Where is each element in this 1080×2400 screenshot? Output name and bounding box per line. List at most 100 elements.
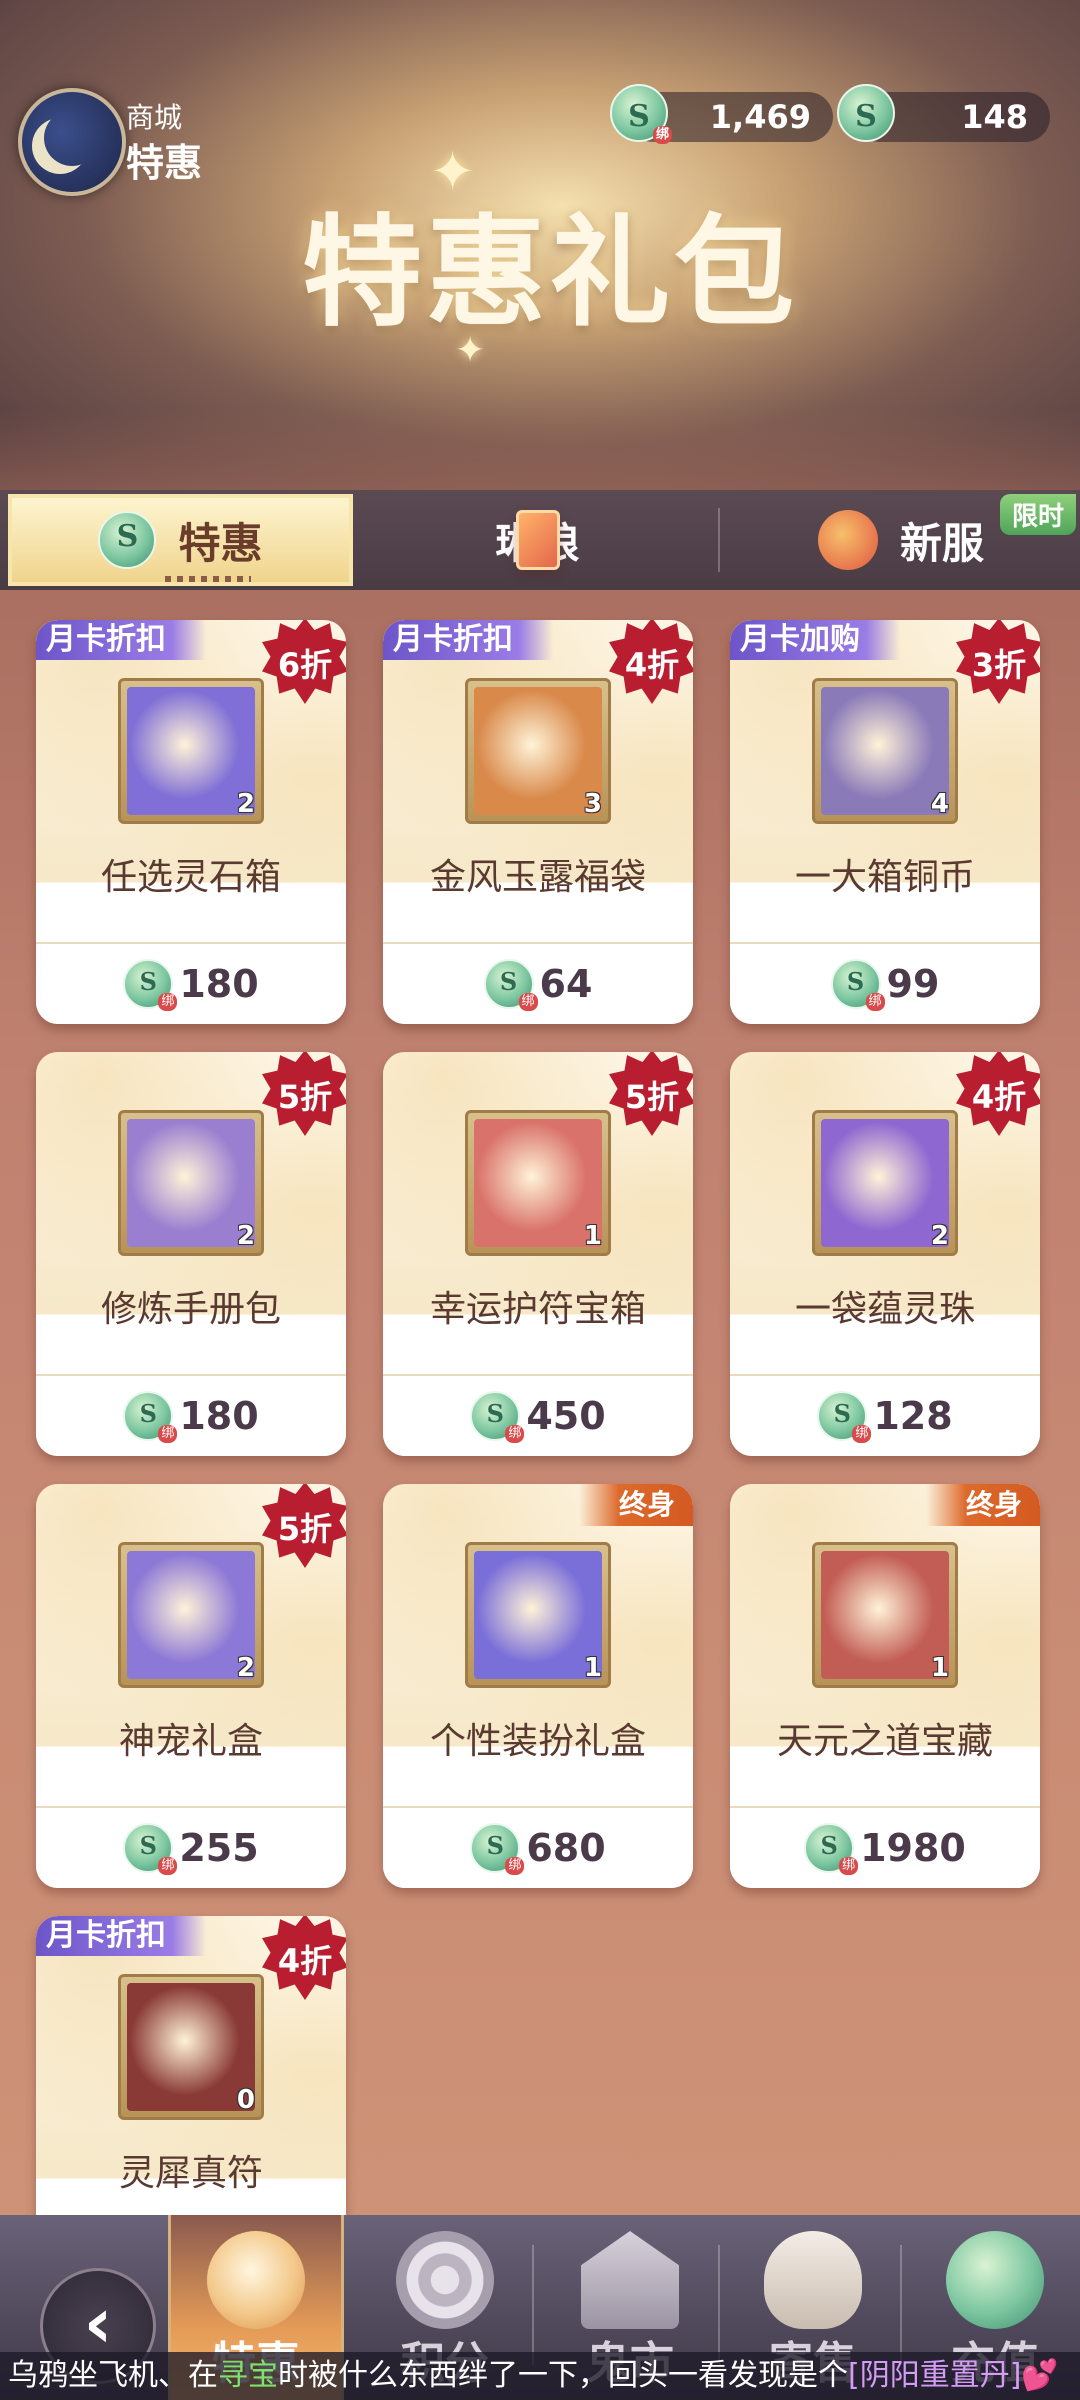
item-frame: 2 [118,1542,264,1688]
item-price: 99 [886,962,940,1006]
item-icon [127,1983,255,2111]
jade-coin-icon: 绑 [470,1823,525,1875]
tab-linlang[interactable]: 琳琅 [360,490,715,590]
discount-label: 4折 [624,646,680,684]
price-button[interactable]: 绑1980 [730,1806,1040,1888]
lifetime-badge: 终身 [578,1484,693,1526]
item-icon [474,687,602,815]
offer-grid: 月卡折扣6折2任选灵石箱绑180月卡折扣4折3金风玉露福袋绑64月卡加购3折4一… [0,620,1080,2320]
currency-bound-value: 1,469 [709,98,811,136]
price-button[interactable]: 绑450 [383,1374,693,1456]
currency-free-display[interactable]: 148 [837,84,1050,142]
offer-card[interactable]: 5折 2 神宠礼盒绑255 [36,1484,346,1888]
discount-badge: 3折 [956,620,1040,704]
item-name: 个性装扮礼盒 [429,1721,646,1762]
item-frame: 3 [465,678,611,824]
active-tab-indicator [165,576,251,582]
discount-label: 4折 [277,1942,333,1980]
jade-coin-icon: 绑 [123,1391,178,1443]
currency-free-value: 148 [961,98,1028,136]
discount-badge: 5折 [609,1052,693,1136]
item-icon [474,1119,602,1247]
item-name: 一大箱铜币 [794,857,975,898]
card-ribbon: 月卡折扣 [36,1916,206,1956]
nav-section-label: 商城 [126,101,183,134]
price-button[interactable]: 绑680 [383,1806,693,1888]
ingot-icon [764,2231,862,2329]
discount-label: 4折 [971,1078,1027,1116]
price-button[interactable]: 绑180 [36,942,346,1024]
item-frame: 1 [812,1542,958,1688]
offer-card[interactable]: 5折 2 修炼手册包绑180 [36,1052,346,1456]
discount-label: 5折 [624,1078,680,1116]
item-name: 任选灵石箱 [100,857,281,898]
bound-tag: 绑 [839,1857,859,1875]
limited-time-badge: 限时 [999,494,1076,535]
item-count: 4 [930,789,949,819]
discount-badge: 4折 [609,620,693,704]
price-button[interactable]: 绑99 [730,942,1040,1024]
item-icon [474,1551,602,1679]
item-icon [821,1551,949,1679]
fox-icon [817,510,878,570]
item-count: 2 [930,1221,949,1251]
item-name: 神宠礼盒 [118,1721,263,1762]
discount-badge: 5折 [262,1052,346,1136]
item-price: 450 [526,1394,606,1438]
item-price: 255 [179,1826,259,1870]
offer-card[interactable]: 月卡折扣 6折 2 任选灵石箱绑180 [36,620,346,1024]
offer-card[interactable]: 终身 1 个性装扮礼盒绑680 [383,1484,693,1888]
item-icon [127,1119,255,1247]
category-tabs: 特惠 琳琅 新服 [0,490,1080,590]
item-frame: 0 [118,1974,264,2120]
bound-tag: 绑 [852,1425,872,1443]
offer-card[interactable]: 终身 1 天元之道宝藏绑1980 [730,1484,1040,1888]
discount-label: 5折 [277,1078,333,1116]
jade-coin-icon: 绑 [817,1391,872,1443]
price-button[interactable]: 绑255 [36,1806,346,1888]
jade-coin-icon: 绑 [804,1823,859,1875]
ticker-item: [阴阳重置丹] [848,2358,1022,2393]
ticker-text: 乌鸦坐飞机、在 [8,2358,218,2393]
price-button[interactable]: 绑180 [36,1374,346,1456]
tab-special-offer[interactable]: 特惠 [8,494,353,586]
jade-coin-icon: 绑 [830,959,885,1011]
price-button[interactable]: 绑128 [730,1374,1040,1456]
moon-avatar-icon[interactable] [18,88,126,196]
card-icon [515,510,560,570]
heart-icon: 💕 [1021,2358,1059,2393]
gift-bag-icon [207,2231,305,2329]
item-price: 128 [873,1394,953,1438]
item-count: 1 [583,1653,602,1683]
card-ribbon: 月卡加购 [730,620,900,660]
discount-badge: 4折 [956,1052,1040,1136]
item-price: 680 [526,1826,606,1870]
offer-card[interactable]: 5折 1 幸运护符宝箱绑450 [383,1052,693,1456]
item-frame: 4 [812,678,958,824]
item-price: 180 [179,1394,259,1438]
price-button[interactable]: 绑64 [383,942,693,1024]
nav-divider [718,2245,720,2365]
jade-coin-icon: 绑 [123,959,178,1011]
item-name: 天元之道宝藏 [776,1721,993,1762]
discount-label: 5折 [277,1510,333,1548]
item-frame: 2 [118,678,264,824]
bound-tag: 绑 [158,1857,178,1875]
item-icon [821,687,949,815]
offer-card[interactable]: 月卡折扣 4折 3 金风玉露福袋绑64 [383,620,693,1024]
nav-page-title: 特惠 [126,141,203,185]
jade-coin-icon [837,84,895,142]
bound-tag: 绑 [865,993,885,1011]
item-count: 0 [236,2085,255,2115]
nav-divider [532,2245,534,2365]
currency-bound-display[interactable]: 绑 1,469 [610,84,833,144]
item-frame: 2 [118,1110,264,1256]
bound-tag: 绑 [505,1425,525,1443]
offer-card[interactable]: 月卡加购 3折 4 一大箱铜币绑99 [730,620,1040,1024]
offer-card[interactable]: 4折 2 一袋蕴灵珠绑128 [730,1052,1040,1456]
discount-label: 3折 [971,646,1027,684]
tab-divider [718,508,720,572]
item-name: 修炼手册包 [100,1289,281,1330]
item-icon [127,687,255,815]
house-icon [581,2231,679,2329]
